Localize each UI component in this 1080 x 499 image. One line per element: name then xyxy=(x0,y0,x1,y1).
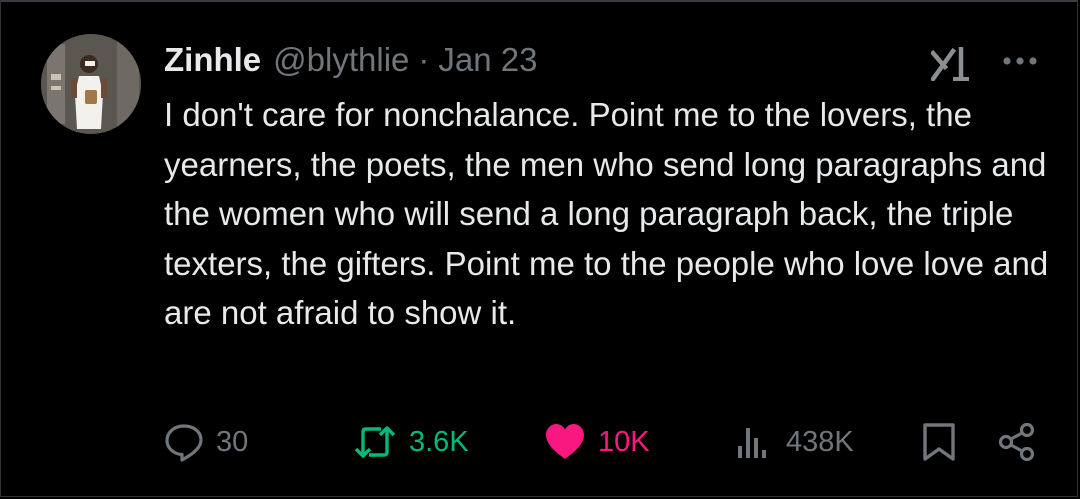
tweet-header: Zinhle @blythlie · Jan 23 xyxy=(164,38,538,82)
reply-count: 30 xyxy=(216,425,249,458)
separator-dot: · xyxy=(418,41,430,78)
like-button[interactable]: 10K xyxy=(544,420,650,464)
views-icon xyxy=(738,428,766,458)
tweet-card[interactable]: Zinhle @blythlie · Jan 23 I don't care f… xyxy=(0,0,1078,497)
like-count: 10K xyxy=(598,425,650,458)
repost-button[interactable]: 3.6K xyxy=(353,420,469,464)
grok-icon[interactable] xyxy=(931,45,973,81)
share-icon xyxy=(998,422,1035,462)
author-handle[interactable]: @blythlie xyxy=(273,41,409,79)
tweet-text: I don't care for nonchalance. Point me t… xyxy=(164,96,1049,331)
more-icon[interactable] xyxy=(1001,55,1039,67)
views-button[interactable]: 438K xyxy=(734,420,854,464)
tweet-date[interactable]: Jan 23 xyxy=(438,41,537,79)
author-name[interactable]: Zinhle xyxy=(164,41,261,79)
avatar[interactable] xyxy=(41,34,141,134)
reply-button[interactable]: 30 xyxy=(164,420,248,464)
bookmark-icon xyxy=(923,423,955,461)
view-count: 438K xyxy=(786,425,854,458)
reply-icon xyxy=(165,424,203,462)
bookmark-button[interactable] xyxy=(920,420,958,464)
heart-icon xyxy=(546,424,584,459)
share-button[interactable] xyxy=(997,420,1037,464)
avatar-photo xyxy=(41,34,141,134)
repost-count: 3.6K xyxy=(409,425,469,458)
repost-icon xyxy=(354,426,396,458)
